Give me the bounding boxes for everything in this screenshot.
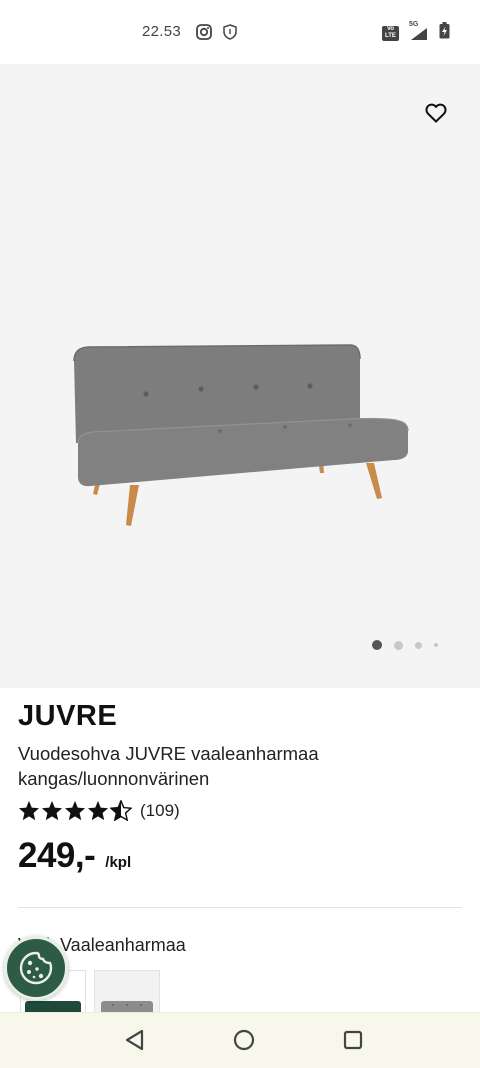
gallery-dot-active[interactable] [372,640,382,650]
price-value: 249,- [18,836,96,875]
star-full-icon [18,800,40,821]
cookie-settings-button[interactable] [4,936,68,1000]
status-right-icons: Vo LTE 5G [382,21,450,44]
sofa-image [73,344,409,526]
signal-5g-icon: 5G [409,21,429,41]
cookie-icon [19,951,53,985]
product-rating[interactable]: (109) [18,800,180,821]
gallery-pagination [372,640,438,650]
shield-icon [223,24,237,45]
gallery-dot[interactable] [394,640,403,650]
status-time: 22.53 [142,23,182,40]
back-icon[interactable] [122,1027,148,1053]
status-bar: 22.53 Vo LTE 5G [0,0,480,64]
star-half-icon [110,800,132,821]
battery-charging-icon [439,22,450,44]
instagram-icon [196,24,212,45]
product-price: 249,- /kpl [18,836,131,876]
star-full-icon [41,800,63,821]
rating-stars [18,800,132,821]
home-icon[interactable] [231,1027,257,1053]
gallery-dot[interactable] [434,643,438,647]
star-full-icon [64,800,86,821]
review-count[interactable]: (109) [140,801,180,821]
product-description: Vuodesohva JUVRE vaaleanharmaa kangas/lu… [18,743,319,789]
product-brand: JUVRE [18,700,118,732]
recents-icon[interactable] [340,1027,366,1053]
favorite-heart-icon[interactable] [424,101,448,125]
price-unit: /kpl [105,854,132,871]
product-image-gallery[interactable] [0,64,480,688]
volte-icon: Vo LTE [382,25,399,41]
system-navigation-bar [0,1012,480,1068]
gallery-dot[interactable] [415,641,422,649]
star-full-icon [87,800,109,821]
divider [18,907,462,908]
